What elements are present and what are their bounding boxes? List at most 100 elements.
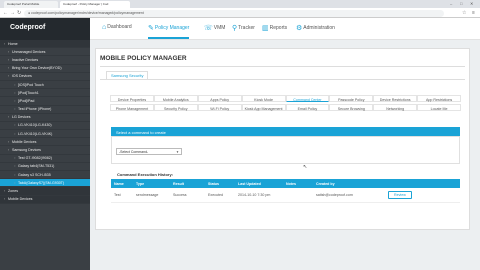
sidebar-item[interactable]: ▫ TabA(GalaxyS7)(SM-G930T) bbox=[0, 179, 90, 188]
history-title: Command Execution History: bbox=[117, 172, 174, 177]
forward-icon[interactable]: → bbox=[10, 10, 15, 16]
top-navigation: ⌂Dashboard ✎Policy Manager ☏VMM ⚲Tracker ▥Re… bbox=[90, 18, 480, 40]
sidebar-item[interactable]: › Unmanaged Devices bbox=[0, 48, 90, 57]
sidebar-item-label: iOS Devices bbox=[12, 74, 32, 79]
sidebar-item[interactable]: › Zones bbox=[0, 187, 90, 196]
sidebar-item-label: Unmanaged Devices bbox=[12, 49, 46, 54]
sidebar-item-label: Samsung Devices bbox=[12, 148, 41, 153]
command-select[interactable]: -Select Command- ▼ bbox=[116, 148, 182, 155]
category-tab[interactable]: Secure Browsing bbox=[329, 104, 374, 111]
command-history-table: Name Type Result Status Last Updated Notes Cre… bbox=[111, 179, 460, 203]
category-tab[interactable]: Mobile Analytics bbox=[153, 95, 198, 102]
policy-manager-panel: MOBILE POLICY MANAGER Samsung Security D… bbox=[95, 48, 470, 230]
topnav-vmm[interactable]: ☏VMM bbox=[204, 24, 225, 32]
minimize-icon[interactable]: – bbox=[450, 1, 452, 6]
sidebar-item[interactable]: › LG Devices bbox=[0, 114, 90, 122]
sidebar-item-label: Test GT-I9082(I9082) bbox=[18, 156, 52, 161]
table-cell: Test bbox=[111, 188, 133, 203]
sidebar-item[interactable]: ▫ [iPod]Touch1 bbox=[0, 89, 90, 98]
sidebar-item[interactable]: ▫ Test GT-I9082(I9082) bbox=[0, 155, 90, 163]
sidebar-item[interactable]: › Mobile Devices bbox=[0, 138, 90, 147]
address-bar: ← → ↻ ● codeproof.com/policymanager/mdm/… bbox=[0, 8, 480, 18]
column-header: Type bbox=[133, 179, 170, 188]
command-header-label: Select a command to create bbox=[116, 129, 166, 135]
topnav-label: Dashboard bbox=[107, 24, 132, 30]
browser-tab[interactable]: Codeproof Portal Mobile bbox=[4, 1, 58, 8]
table-cell: Executed bbox=[205, 188, 235, 203]
topnav-label: Administration bbox=[303, 25, 335, 31]
topnav-policy-manager[interactable]: ✎Policy Manager bbox=[148, 24, 190, 39]
table-cell: satish@codeproof.com bbox=[313, 188, 385, 203]
logo[interactable]: Codeproof bbox=[0, 18, 90, 40]
topnav-administration[interactable]: ⚙Administration bbox=[296, 24, 335, 32]
sidebar-item-label: Galaxy tab4(SM-T531) bbox=[18, 164, 55, 169]
command-box: -Select Command- ▼ bbox=[111, 136, 460, 164]
topnav-label: VMM bbox=[213, 25, 226, 31]
category-tab[interactable]: Email Policy bbox=[285, 104, 330, 111]
sidebar-item-label: Home bbox=[8, 41, 18, 46]
url-field[interactable]: ● codeproof.com/policymanager/mdm/device… bbox=[24, 9, 444, 17]
browser-tab-active[interactable]: Codeproof - Policy Manager | Cod bbox=[60, 1, 130, 8]
category-tab[interactable]: Kiosk Mode bbox=[241, 95, 286, 102]
table-cell: sendmessage bbox=[133, 188, 170, 203]
table-cell bbox=[283, 188, 313, 203]
topnav-tracker[interactable]: ⚲Tracker bbox=[232, 24, 255, 32]
category-tab[interactable]: Phone Management bbox=[110, 104, 154, 111]
category-tab[interactable]: Networking bbox=[373, 104, 418, 111]
column-header: Result bbox=[170, 179, 205, 188]
bookmark-star-icon[interactable]: ☆ bbox=[462, 10, 466, 16]
topnav-dashboard[interactable]: ⌂Dashboard bbox=[102, 24, 132, 31]
sidebar-item[interactable]: ▫ [iOS]iPod Touch bbox=[0, 81, 90, 90]
category-tab[interactable]: Passcode Policy bbox=[329, 95, 374, 102]
sidebar-item[interactable]: ▫ [iPod]iPad bbox=[0, 97, 90, 106]
sidebar-item[interactable]: ▫ Test iPhone (iPhone) bbox=[0, 106, 90, 114]
sidebar-item-label: LG Devices bbox=[12, 115, 31, 120]
category-tab[interactable]: Command Center bbox=[285, 95, 330, 102]
category-tab[interactable]: Device Properties bbox=[110, 95, 154, 102]
column-header bbox=[385, 179, 460, 188]
table-row: Test sendmessage Success Executed 2014-10-10… bbox=[111, 188, 460, 203]
category-tab[interactable]: Apps Policy bbox=[197, 95, 242, 102]
close-icon[interactable]: ✕ bbox=[470, 1, 473, 6]
sidebar-item-label: Inactive Devices bbox=[12, 57, 39, 62]
sidebar-item-label: Bring Your Own Device(BYOD) bbox=[12, 66, 62, 71]
sidebar-item[interactable]: ▫ LG-VK410(LG-K430) bbox=[0, 122, 90, 131]
topnav-icon: ⚲ bbox=[232, 25, 238, 32]
category-tab[interactable]: Kiosk App Management bbox=[241, 104, 286, 111]
sidebar-item-label: [iOS]iPod Touch bbox=[18, 82, 44, 87]
category-tab[interactable]: Device Restrictions bbox=[373, 95, 418, 102]
sidebar-item-label: Test iPhone (iPhone) bbox=[18, 107, 52, 112]
topnav-icon: ⌂ bbox=[102, 24, 107, 31]
menu-icon[interactable]: ≡ bbox=[472, 10, 475, 16]
sidebar-item-label: TabA(GalaxyS7)(SM-G930T) bbox=[18, 180, 65, 185]
review-button[interactable]: Review bbox=[388, 190, 412, 199]
category-tab[interactable]: Security Policy bbox=[153, 104, 198, 111]
topnav-label: Tracker bbox=[238, 25, 255, 31]
category-tab[interactable]: App Restrictions bbox=[417, 95, 461, 102]
chevron-down-icon: ▼ bbox=[176, 150, 179, 154]
topnav-label: Policy Manager bbox=[154, 25, 190, 31]
sidebar-item[interactable]: ▫ LG-VK410(LG-VK4K) bbox=[0, 130, 90, 139]
sidebar-item[interactable]: › Inactive Devices bbox=[0, 56, 90, 65]
column-header: Notes bbox=[283, 179, 313, 188]
back-icon[interactable]: ← bbox=[3, 10, 8, 16]
sidebar-item-label: Mobile Devices bbox=[12, 139, 37, 144]
sidebar-item[interactable]: › Home bbox=[0, 40, 90, 49]
sidebar-item[interactable]: ▫ Galaxy tab4(SM-T531) bbox=[0, 163, 90, 171]
maximize-icon[interactable]: □ bbox=[460, 1, 462, 6]
category-tab[interactable]: Wi-Fi Policy bbox=[197, 104, 242, 111]
sidebar-item[interactable]: › Samsung Devices bbox=[0, 146, 90, 155]
divider bbox=[100, 79, 465, 80]
sidebar-item[interactable]: › iOS Devices bbox=[0, 73, 90, 81]
reload-icon[interactable]: ↻ bbox=[17, 10, 21, 16]
sidebar-device-tree: › Home › Unmanaged Devices › Inactive Devices… bbox=[0, 40, 90, 204]
table-cell: 2014-10-10 7:30 pm bbox=[235, 188, 283, 203]
column-header: Created by bbox=[313, 179, 385, 188]
sidebar-item[interactable]: › Bring Your Own Device(BYOD) bbox=[0, 65, 90, 73]
sidebar: Codeproof › Home › Unmanaged Devices › Inacti… bbox=[0, 18, 90, 270]
category-tab[interactable]: Locate Me bbox=[417, 104, 461, 111]
topnav-icon: ⚙ bbox=[296, 25, 303, 32]
topnav-reports[interactable]: ▥Reports bbox=[262, 24, 287, 32]
sidebar-item[interactable]: › Mobile Devices bbox=[0, 195, 90, 204]
sidebar-item[interactable]: ▫ Galaxy s3 SCH-I535 bbox=[0, 171, 90, 180]
